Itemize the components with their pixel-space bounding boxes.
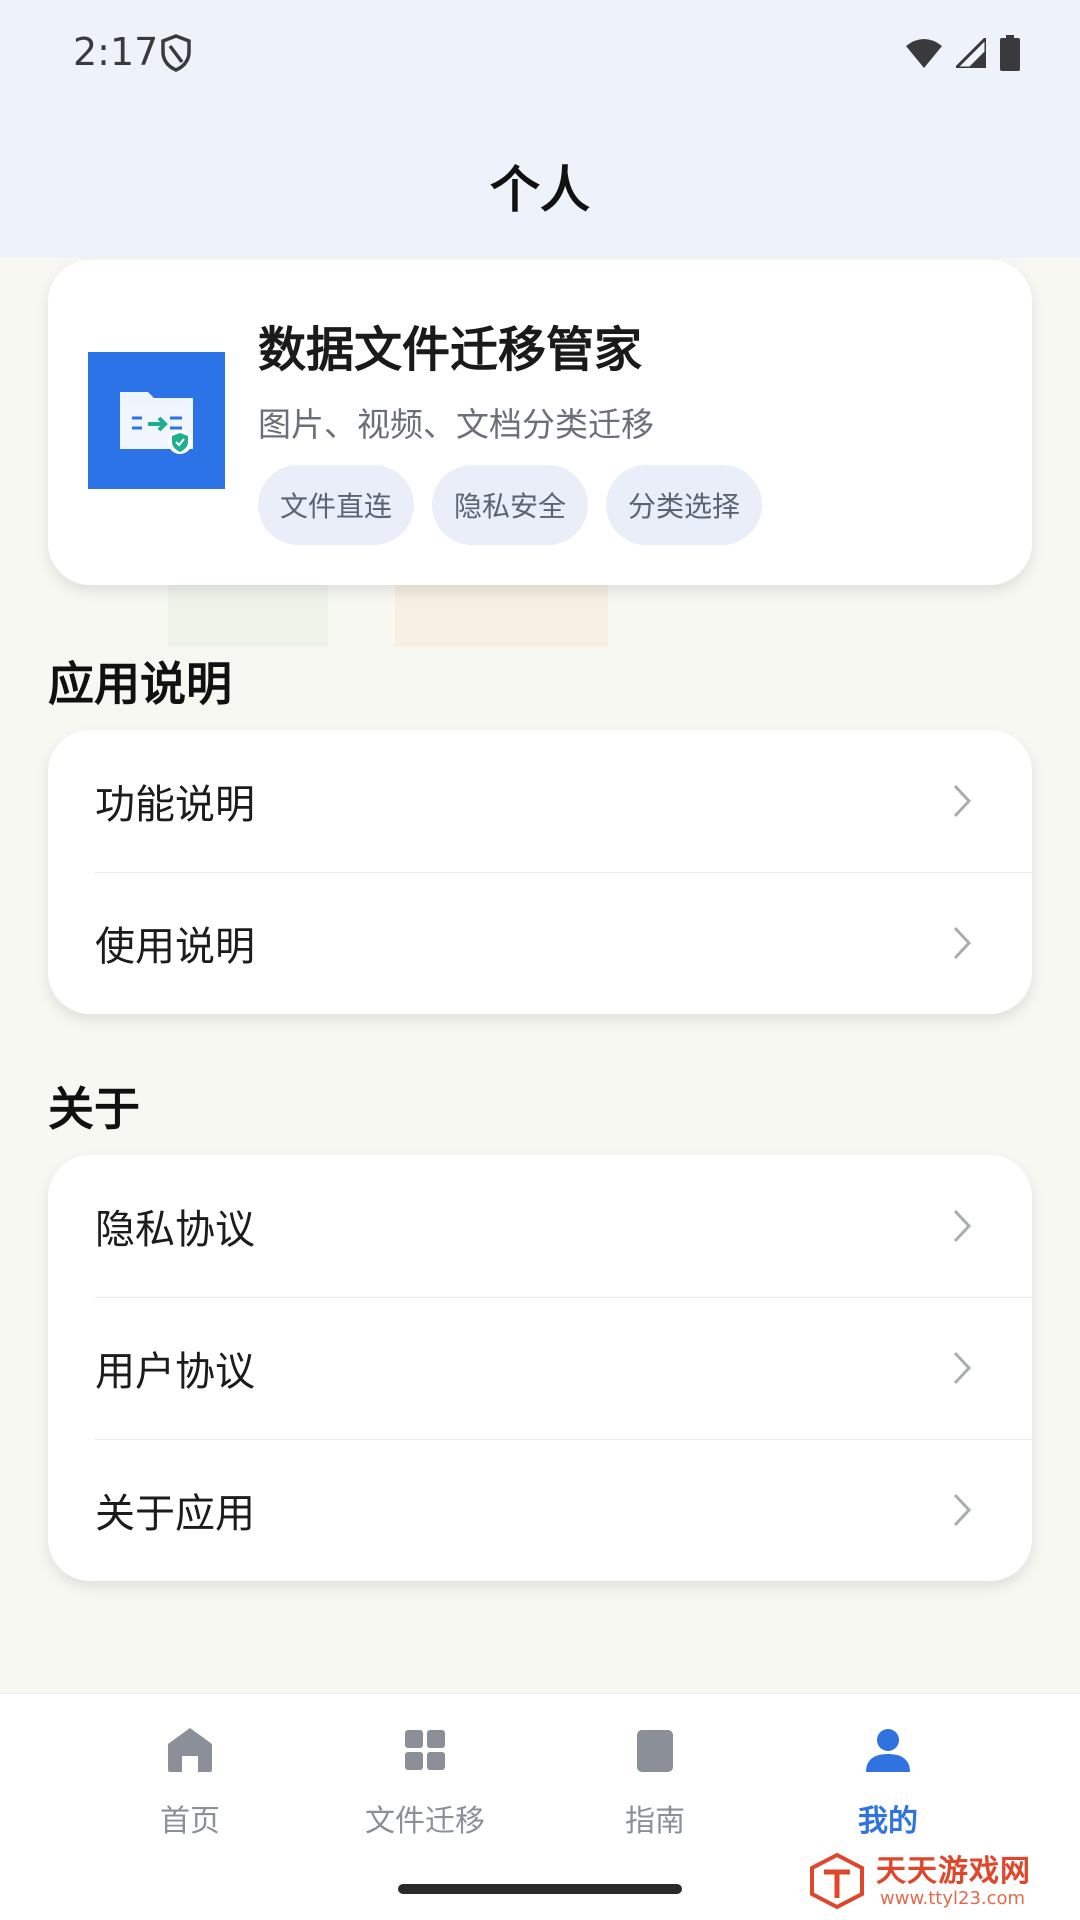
chevron-right-icon	[953, 926, 972, 960]
watermark-url: www.ttyl23.com	[880, 1888, 1026, 1909]
app-name: 数据文件迁移管家	[258, 322, 643, 378]
status-bar: 2:17	[0, 0, 1080, 105]
nav-label: 我的	[858, 1804, 918, 1839]
book-icon	[637, 1730, 673, 1772]
list-item-label: 使用说明	[95, 924, 255, 970]
app-info-card: 数据文件迁移管家 图片、视频、文档分类迁移 文件直连 隐私安全 分类选择	[48, 260, 1032, 585]
app-logo	[88, 352, 225, 489]
status-time: 2:17	[73, 30, 159, 74]
nav-label: 文件迁移	[365, 1804, 485, 1839]
shield-icon	[161, 34, 191, 72]
background-block	[168, 585, 328, 647]
signal-icon	[956, 38, 986, 68]
feature-tag: 隐私安全	[432, 465, 589, 545]
grid-icon	[405, 1730, 445, 1770]
list-item-about-app[interactable]: 关于应用	[48, 1439, 1032, 1581]
home-indicator	[398, 1884, 682, 1894]
watermark-logo-icon	[810, 1852, 864, 1910]
feature-tag: 分类选择	[606, 465, 763, 545]
nav-item-guide[interactable]: 指南	[555, 1724, 755, 1854]
list-item-privacy-policy[interactable]: 隐私协议	[48, 1155, 1032, 1297]
feature-tags: 文件直连 隐私安全 分类选择	[258, 465, 763, 545]
folder-transfer-icon	[120, 392, 193, 454]
chevron-right-icon	[953, 1351, 972, 1385]
list-item-usage[interactable]: 使用说明	[48, 872, 1032, 1014]
background-block	[395, 585, 608, 647]
about-list: 隐私协议 用户协议 关于应用	[48, 1155, 1032, 1581]
watermark: 天天游戏网 www.ttyl23.com	[790, 1838, 1080, 1920]
app-description: 图片、视频、文档分类迁移	[258, 405, 654, 444]
home-icon	[168, 1728, 212, 1772]
list-item-user-agreement[interactable]: 用户协议	[48, 1297, 1032, 1439]
battery-icon	[1000, 35, 1020, 71]
status-icons	[906, 34, 1020, 72]
header: 2:17 个人	[0, 0, 1080, 258]
nav-item-home[interactable]: 首页	[90, 1724, 290, 1854]
watermark-title: 天天游戏网	[876, 1854, 1031, 1889]
chevron-right-icon	[953, 1493, 972, 1527]
list-item-features[interactable]: 功能说明	[48, 730, 1032, 872]
section-title-about: 关于	[48, 1082, 140, 1136]
chevron-right-icon	[953, 784, 972, 818]
list-item-label: 用户协议	[95, 1349, 255, 1395]
section-title-app-info: 应用说明	[48, 657, 232, 711]
nav-label: 首页	[160, 1804, 220, 1839]
chevron-right-icon	[953, 1209, 972, 1243]
list-item-label: 关于应用	[95, 1491, 255, 1537]
page-title: 个人	[490, 161, 590, 219]
nav-label: 指南	[625, 1804, 685, 1839]
list-item-label: 隐私协议	[95, 1207, 255, 1253]
wifi-icon	[906, 39, 942, 68]
app-info-list: 功能说明 使用说明	[48, 730, 1032, 1014]
person-icon	[866, 1729, 910, 1772]
list-item-label: 功能说明	[95, 782, 255, 828]
nav-item-mine[interactable]: 我的	[788, 1724, 988, 1854]
nav-item-file-transfer[interactable]: 文件迁移	[325, 1724, 525, 1854]
feature-tag: 文件直连	[258, 465, 415, 545]
